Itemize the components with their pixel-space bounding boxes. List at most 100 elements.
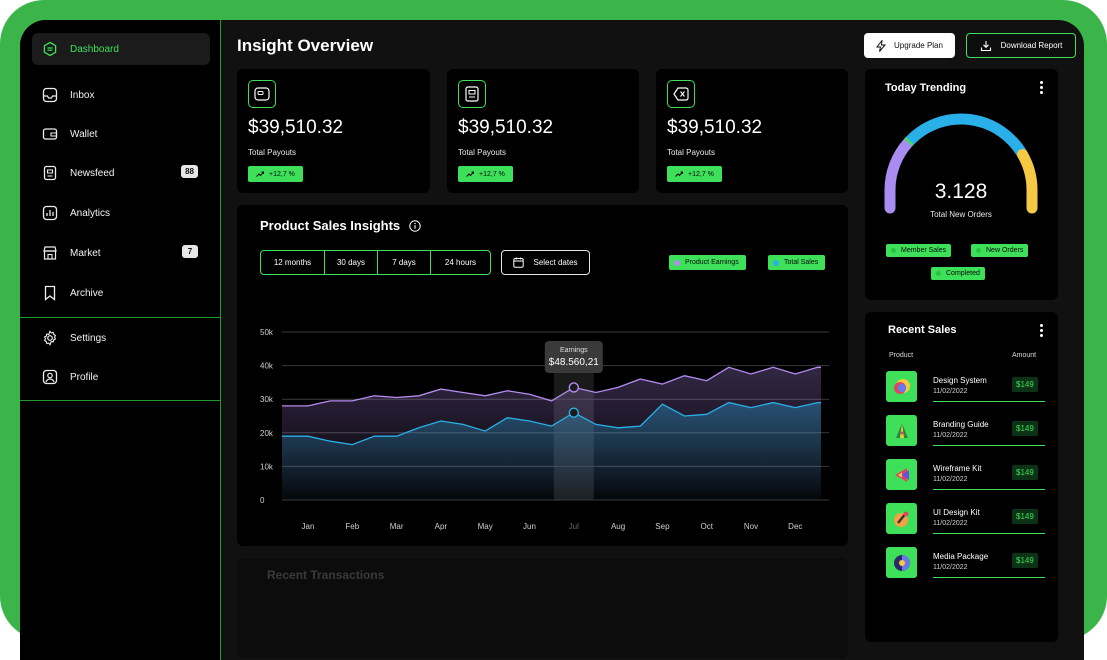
ui-kit-icon <box>886 503 917 534</box>
app-screen: Dashboard Inbox Wallet Newsfeed 88 Analy… <box>20 20 1084 660</box>
sidebar-item-label: Inbox <box>70 89 95 101</box>
sidebar-item-profile[interactable]: Profile <box>32 361 210 393</box>
list-item[interactable]: UI Design Kit 11/02/2022 $149 <box>886 503 1046 535</box>
today-trending-panel: Today Trending 3.128 Total New Orders Me… <box>865 69 1058 300</box>
product-name: UI Design Kit <box>933 508 980 517</box>
x-tick-label: Aug <box>611 522 625 531</box>
receipt-icon <box>458 80 486 108</box>
product-name: Media Package <box>933 552 989 561</box>
page-title: Insight Overview <box>237 36 374 55</box>
stat-label: Total Payouts <box>248 148 297 157</box>
sidebar-item-label: Settings <box>70 332 107 344</box>
y-tick-label: 20k <box>260 429 274 438</box>
x-tick-label: Nov <box>744 522 758 531</box>
stat-label: Total Payouts <box>667 148 716 157</box>
product-price: $149 <box>1012 553 1038 568</box>
list-item[interactable]: Media Package 11/02/2022 $149 <box>886 547 1046 579</box>
row-divider <box>933 401 1045 402</box>
trend-up-icon <box>675 171 683 177</box>
cancel-icon <box>667 80 695 108</box>
chip-new-orders[interactable]: New Orders <box>971 244 1029 257</box>
recent-transactions-panel: Recent Transactions <box>237 558 848 658</box>
gauge-caption: Total New Orders <box>930 210 992 219</box>
y-tick-label: 30k <box>260 395 274 404</box>
product-date: 11/02/2022 <box>933 476 968 483</box>
sidebar-item-newsfeed[interactable]: Newsfeed 88 <box>32 157 210 189</box>
sidebar-item-label: Profile <box>70 371 99 383</box>
sidebar-item-label: Analytics <box>70 207 111 219</box>
sidebar-item-wallet[interactable]: Wallet <box>32 118 210 150</box>
sidebar-item-inbox[interactable]: Inbox <box>32 79 210 111</box>
trend-up-icon <box>256 171 264 177</box>
product-price: $149 <box>1012 377 1038 392</box>
list-item[interactable]: Design System 11/02/2022 $149 <box>886 371 1046 403</box>
sidebar-item-label: Archive <box>70 287 104 299</box>
wallet-icon <box>42 126 58 142</box>
recent-sales-title: Recent Sales <box>888 324 957 336</box>
media-icon <box>886 547 917 578</box>
y-tick-label: 10k <box>260 462 274 471</box>
sidebar-item-analytics[interactable]: Analytics <box>32 197 210 229</box>
market-icon <box>42 245 58 261</box>
list-item[interactable]: Wireframe Kit 11/02/2022 $149 <box>886 459 1046 491</box>
chip-member-sales[interactable]: Member Sales <box>886 244 952 257</box>
gauge-segment <box>905 113 1028 158</box>
list-item[interactable]: Branding Guide 11/02/2022 $149 <box>886 415 1046 447</box>
product-date: 11/02/2022 <box>933 388 968 395</box>
y-tick-label: 40k <box>260 362 274 371</box>
column-amount: Amount <box>1012 352 1037 359</box>
analytics-icon <box>42 205 58 221</box>
x-tick-label: Feb <box>345 522 359 531</box>
bookmark-icon <box>42 285 58 301</box>
x-tick-label: Jun <box>523 522 536 531</box>
gear-icon <box>42 330 58 346</box>
highlight-point <box>568 407 579 418</box>
chip-label: New Orders <box>986 247 1024 254</box>
sidebar-item-market[interactable]: Market 7 <box>32 237 210 269</box>
gauge-segment <box>884 137 914 196</box>
x-tick-label: Sep <box>655 522 670 531</box>
stat-delta-badge: +12,7 % <box>248 166 303 182</box>
stat-card-payouts-2: $39,510.32 Total Payouts +12,7 % <box>447 69 639 193</box>
product-price: $149 <box>1012 465 1038 480</box>
x-tick-label: Oct <box>700 522 713 531</box>
x-tick-label: Apr <box>435 522 448 531</box>
sidebar-divider <box>20 317 220 318</box>
chip-label: Member Sales <box>901 247 947 254</box>
sidebar-item-settings[interactable]: Settings <box>32 322 210 354</box>
stat-card-payouts-1: $39,510.32 Total Payouts +12,7 % <box>237 69 430 193</box>
x-tick-label: Jul <box>569 522 579 531</box>
gauge-value: 3.128 <box>935 180 988 203</box>
upgrade-plan-button[interactable]: Upgrade Plan <box>864 33 955 58</box>
sales-area-chart[interactable]: 50k 40k 30k 20k 10k 0 Earnings $48.560,21 Jan Feb… <box>237 205 848 546</box>
x-tick-label: Mar <box>390 522 404 531</box>
sidebar: Dashboard Inbox Wallet Newsfeed 88 Analy… <box>20 20 221 660</box>
download-report-button[interactable]: Download Report <box>966 33 1076 58</box>
chip-completed[interactable]: Completed <box>931 267 985 280</box>
newsfeed-count-badge: 88 <box>181 165 198 178</box>
download-report-label: Download Report <box>1000 41 1063 50</box>
sidebar-item-dashboard[interactable]: Dashboard <box>32 33 210 65</box>
more-options-icon[interactable] <box>1040 324 1044 338</box>
row-divider <box>933 489 1045 490</box>
wireframe-icon <box>886 459 917 490</box>
product-date: 11/02/2022 <box>933 520 968 527</box>
sidebar-item-label: Newsfeed <box>70 167 115 179</box>
newsfeed-icon <box>42 165 58 181</box>
x-tick-label: May <box>478 522 493 531</box>
product-name: Design System <box>933 376 987 385</box>
chip-dot <box>976 248 981 253</box>
tooltip-label: Earnings <box>560 347 588 354</box>
chip-label: Completed <box>946 270 980 277</box>
sidebar-item-archive[interactable]: Archive <box>32 277 210 309</box>
device-frame: Dashboard Inbox Wallet Newsfeed 88 Analy… <box>0 0 1107 660</box>
stat-amount: $39,510.32 <box>667 117 763 138</box>
product-name: Wireframe Kit <box>933 464 982 473</box>
row-divider <box>933 577 1045 578</box>
product-name: Branding Guide <box>933 420 989 429</box>
branding-icon <box>886 415 917 446</box>
row-divider <box>933 533 1045 534</box>
stat-delta-badge: +12,7 % <box>458 166 513 182</box>
sidebar-item-label: Market <box>70 247 101 259</box>
recent-transactions-title: Recent Transactions <box>267 568 385 582</box>
